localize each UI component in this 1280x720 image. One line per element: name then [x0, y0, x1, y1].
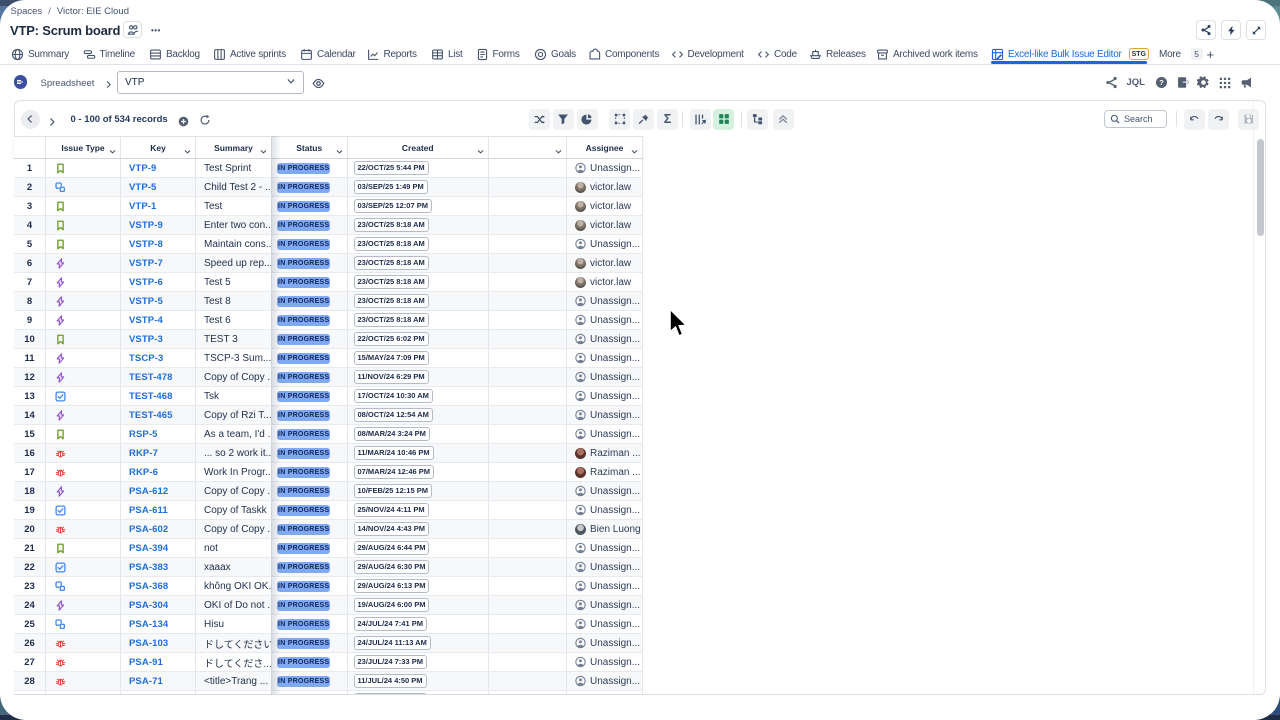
svg-text:?: ? [1159, 78, 1164, 87]
